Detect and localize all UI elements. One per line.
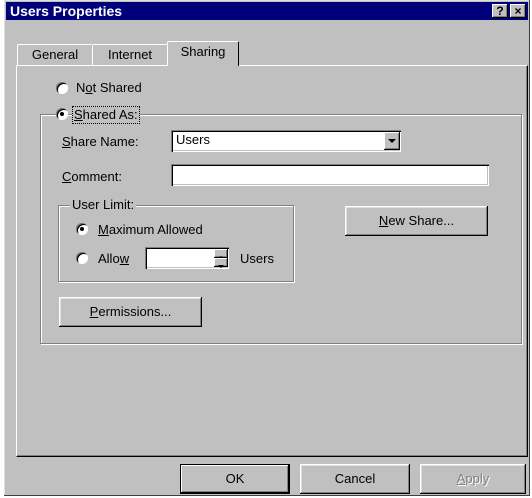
maximum-allowed-radio-dot [80,227,84,231]
user-limit-group [58,205,294,282]
comment-label: Comment: [62,169,122,184]
window-title: Users Properties [10,3,123,19]
maximum-allowed-label[interactable]: Maximum Allowed [98,222,203,238]
shared-as-radio[interactable] [56,108,68,120]
new-share-button[interactable]: New Share... [345,206,488,236]
comment-field[interactable] [171,164,489,186]
tab-sharing[interactable]: Sharing [167,41,239,66]
title-bar[interactable]: Users Properties ? × [6,2,528,20]
not-shared-label[interactable]: Not Shared [76,80,142,96]
users-unit-label: Users [240,251,274,266]
share-name-label: Share Name: [62,134,139,149]
arrow-down-icon [218,265,224,268]
spinner-up-button[interactable] [214,249,228,259]
share-name-dropdown-button[interactable] [384,132,400,150]
chevron-down-icon [388,139,396,143]
share-name-field[interactable]: Users [171,130,401,152]
close-button[interactable]: × [510,4,526,18]
not-shared-radio[interactable] [56,82,68,94]
user-limit-label: User Limit: [70,197,137,213]
permissions-button[interactable]: Permissions... [59,297,202,327]
cancel-button[interactable]: Cancel [300,464,410,494]
maximum-allowed-radio[interactable] [76,223,88,235]
allow-label[interactable]: Allow [98,251,129,267]
properties-dialog: Users Properties ? × General Internet Sh… [4,0,530,496]
tab-internet[interactable]: Internet [92,44,168,65]
tab-general[interactable]: General [17,44,93,65]
allow-radio[interactable] [76,252,88,264]
shared-as-radio-dot [60,112,64,116]
apply-button: Apply [420,464,526,494]
shared-as-label[interactable]: Shared As: [72,106,140,124]
help-button[interactable]: ? [492,4,508,18]
spinner-down-button[interactable] [214,258,228,268]
ok-button[interactable]: OK [180,464,290,494]
